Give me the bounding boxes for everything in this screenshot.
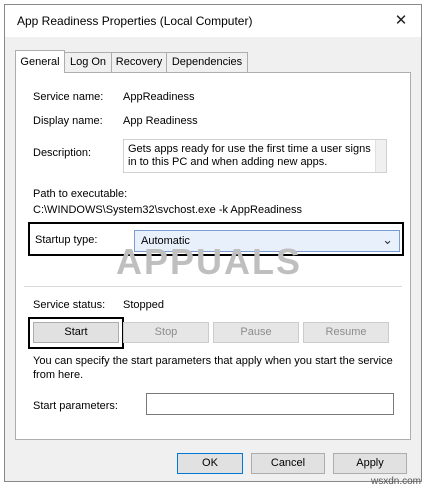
start-params-description: You can specify the start parameters tha…	[33, 355, 393, 381]
stop-button[interactable]: Stop	[123, 322, 209, 343]
separator	[24, 286, 402, 287]
display-name-label: Display name:	[33, 115, 103, 127]
start-button[interactable]: Start	[33, 322, 119, 343]
description-scrollbar[interactable]	[375, 140, 386, 172]
apply-button[interactable]: Apply	[333, 453, 407, 474]
cancel-button[interactable]: Cancel	[251, 453, 325, 474]
properties-dialog: App Readiness Properties (Local Computer…	[4, 4, 422, 482]
tab-general[interactable]: General	[15, 50, 65, 73]
site-watermark: wsxdn.com	[370, 476, 421, 487]
description-text: Gets apps ready for use the first time a…	[128, 143, 371, 168]
ok-button[interactable]: OK	[177, 453, 243, 474]
appuals-watermark: APPUALS	[116, 241, 303, 282]
general-panel: Service name: AppReadiness Display name:…	[15, 72, 411, 440]
description-label: Description:	[33, 147, 92, 159]
tab-log-on[interactable]: Log On	[64, 52, 112, 72]
title-bar: App Readiness Properties (Local Computer…	[5, 5, 421, 37]
start-parameters-label: Start parameters:	[33, 400, 118, 412]
description-box[interactable]: Gets apps ready for use the first time a…	[123, 139, 387, 173]
startup-type-label: Startup type:	[35, 234, 98, 246]
service-status-label: Service status:	[33, 299, 106, 311]
start-parameters-input[interactable]	[146, 393, 394, 415]
service-name-label: Service name:	[33, 91, 104, 103]
pause-button[interactable]: Pause	[213, 322, 299, 343]
chevron-down-icon: ⌄	[382, 232, 393, 247]
path-value: C:\WINDOWS\System32\svchost.exe -k AppRe…	[33, 204, 302, 216]
service-name-value: AppReadiness	[123, 91, 195, 103]
path-label: Path to executable:	[33, 188, 128, 200]
tab-recovery[interactable]: Recovery	[111, 52, 167, 72]
tab-dependencies[interactable]: Dependencies	[166, 52, 248, 72]
window-title: App Readiness Properties (Local Computer…	[17, 14, 253, 28]
display-name-value: App Readiness	[123, 115, 198, 127]
service-status-value: Stopped	[123, 299, 164, 311]
resume-button[interactable]: Resume	[303, 322, 389, 343]
close-icon[interactable]: ✕	[389, 11, 413, 31]
